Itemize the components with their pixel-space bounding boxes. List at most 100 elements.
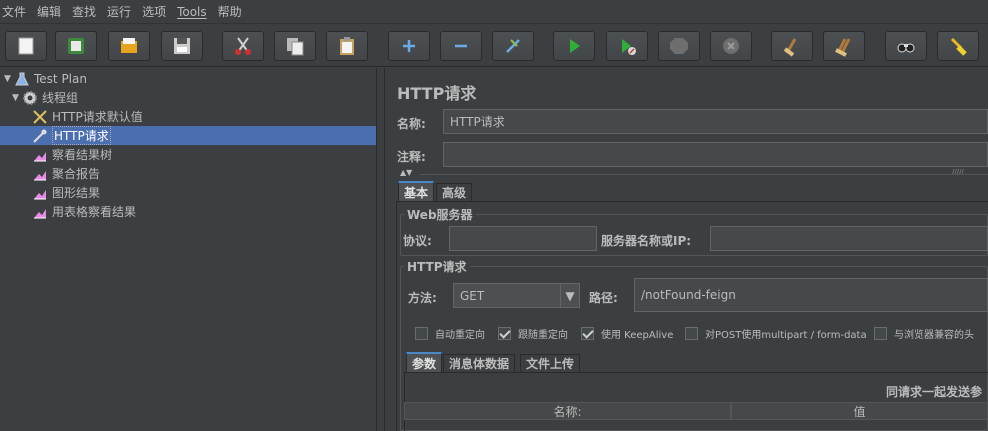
collapse-arrow-icon[interactable]: ▼ [12, 93, 22, 103]
divider [420, 174, 988, 175]
chart-listener-icon [34, 170, 46, 180]
comment-field[interactable] [443, 142, 988, 167]
shutdown-icon [723, 38, 739, 54]
collapse-arrow-icon[interactable]: ▼ [4, 74, 14, 84]
stop-icon [670, 38, 688, 54]
toggle-button[interactable] [492, 31, 534, 61]
menu-search[interactable]: 查找 [72, 3, 96, 20]
server-label: 服务器名称或IP: [601, 234, 692, 248]
subtab-file-upload[interactable]: 文件上传 [520, 354, 581, 372]
new-button[interactable] [5, 31, 47, 61]
params-caption: 同请求一起发送参 [886, 385, 983, 399]
chart-listener-icon [34, 189, 46, 199]
save-button[interactable] [161, 31, 203, 61]
method-label: 方法: [408, 291, 437, 305]
menu-bar: 文件 编辑 查找 运行 选项 Tools 帮助 [0, 0, 988, 24]
clear-all-button[interactable] [823, 31, 865, 61]
clear-all-icon [835, 38, 851, 57]
tree-node-results-tree[interactable]: 察看结果树 [32, 145, 112, 164]
open-button[interactable] [108, 31, 150, 61]
paste-icon [340, 37, 354, 55]
tree-node-test-plan[interactable]: ▼ Test Plan [4, 69, 87, 88]
checkbox-follow-redirects[interactable]: 跟随重定向 [498, 326, 568, 341]
checkbox-box [415, 327, 428, 340]
panel-splitter[interactable] [377, 68, 385, 431]
cut-icon [235, 37, 251, 55]
protocol-label: 协议: [403, 234, 432, 248]
method-value: GET [460, 288, 485, 303]
path-label: 路径: [589, 291, 618, 305]
menu-help[interactable]: 帮助 [218, 3, 242, 20]
test-plan-tree: ▼ Test Plan ▼ 线程组 HTTP请求默认值 HTTP请求 察看结果树… [0, 68, 377, 431]
panel-title: HTTP请求 [397, 84, 477, 103]
menu-options[interactable]: 选项 [142, 3, 166, 20]
checkbox-keepalive[interactable]: 使用 KeepAlive [581, 326, 673, 341]
checkbox-box [874, 327, 887, 340]
web-server-title: Web服务器 [404, 206, 476, 223]
collapse-icon [455, 44, 467, 48]
shutdown-button[interactable] [710, 31, 752, 61]
expand-all-button[interactable] [388, 31, 430, 61]
tab-advanced[interactable]: 高级 [436, 183, 473, 201]
menu-run[interactable]: 运行 [107, 3, 131, 20]
checkbox-multipart[interactable]: 对POST使用multipart / form-data [685, 326, 867, 341]
collapse-arrows-icon[interactable]: ▲▼ [400, 168, 412, 177]
checkbox-box [581, 327, 594, 340]
tree-node-aggregate-report[interactable]: 聚合报告 [32, 164, 100, 183]
save-icon [174, 38, 190, 54]
column-header-value[interactable]: 值 [731, 402, 988, 420]
subtab-body-data[interactable]: 消息体数据 [443, 354, 516, 372]
tree-node-http-request[interactable]: HTTP请求 [0, 126, 376, 145]
clear-button[interactable] [771, 31, 813, 61]
cut-button[interactable] [222, 31, 264, 61]
collapse-all-button[interactable] [440, 31, 482, 61]
tree-node-http-defaults[interactable]: HTTP请求默认值 [32, 107, 143, 126]
start-no-pause-button[interactable] [606, 31, 648, 61]
name-label: 名称: [397, 117, 426, 131]
search-icon [897, 43, 915, 53]
new-icon [18, 37, 34, 55]
gear-icon [23, 90, 37, 105]
reset-search-icon [950, 37, 967, 56]
pipette-icon [33, 129, 47, 143]
dropdown-arrow-icon[interactable]: ▼ [560, 283, 580, 308]
copy-button[interactable] [274, 31, 316, 61]
subtab-parameters[interactable]: 参数 [406, 352, 443, 372]
toolbar [0, 25, 988, 67]
expand-icon [403, 40, 415, 52]
tools-icon [33, 109, 47, 124]
checkbox-auto-redirect[interactable]: 自动重定向 [415, 326, 485, 341]
open-icon [121, 38, 137, 53]
protocol-field[interactable] [449, 226, 597, 251]
templates-icon [68, 38, 84, 54]
tab-basic[interactable]: 基本 [398, 181, 435, 201]
tree-node-thread-group[interactable]: ▼ 线程组 [12, 88, 78, 107]
start-no-pause-icon [622, 39, 636, 55]
column-header-name[interactable]: 名称: [404, 402, 731, 420]
paste-button[interactable] [326, 31, 368, 61]
templates-button[interactable] [55, 31, 97, 61]
stop-button[interactable] [658, 31, 700, 61]
checkbox-box [685, 327, 698, 340]
checkbox-box [498, 327, 511, 340]
chart-listener-icon [34, 151, 46, 161]
server-field[interactable] [710, 226, 988, 251]
http-request-panel: HTTP请求 名称: HTTP请求 注释: ▲▼ ///// 基本 高级 Web… [386, 68, 988, 431]
menu-edit[interactable]: 编辑 [37, 3, 61, 20]
tree-node-graph-results[interactable]: 图形结果 [32, 183, 100, 202]
toggle-icon [506, 39, 520, 53]
flask-icon [15, 72, 29, 85]
clear-icon [783, 38, 797, 57]
menu-tools[interactable]: Tools [177, 5, 207, 19]
checkbox-browser-headers[interactable]: 与浏览器兼容的头 [874, 326, 974, 341]
name-field[interactable]: HTTP请求 [443, 109, 988, 134]
start-button[interactable] [553, 31, 595, 61]
reset-search-button[interactable] [937, 31, 979, 61]
chart-listener-icon [34, 208, 46, 218]
menu-file[interactable]: 文件 [2, 3, 26, 20]
comment-label: 注释: [397, 150, 426, 164]
start-icon [570, 39, 580, 53]
tree-node-table-results[interactable]: 用表格察看结果 [32, 202, 136, 221]
path-field[interactable]: /notFound-feign [634, 278, 988, 312]
search-button[interactable] [885, 31, 927, 61]
